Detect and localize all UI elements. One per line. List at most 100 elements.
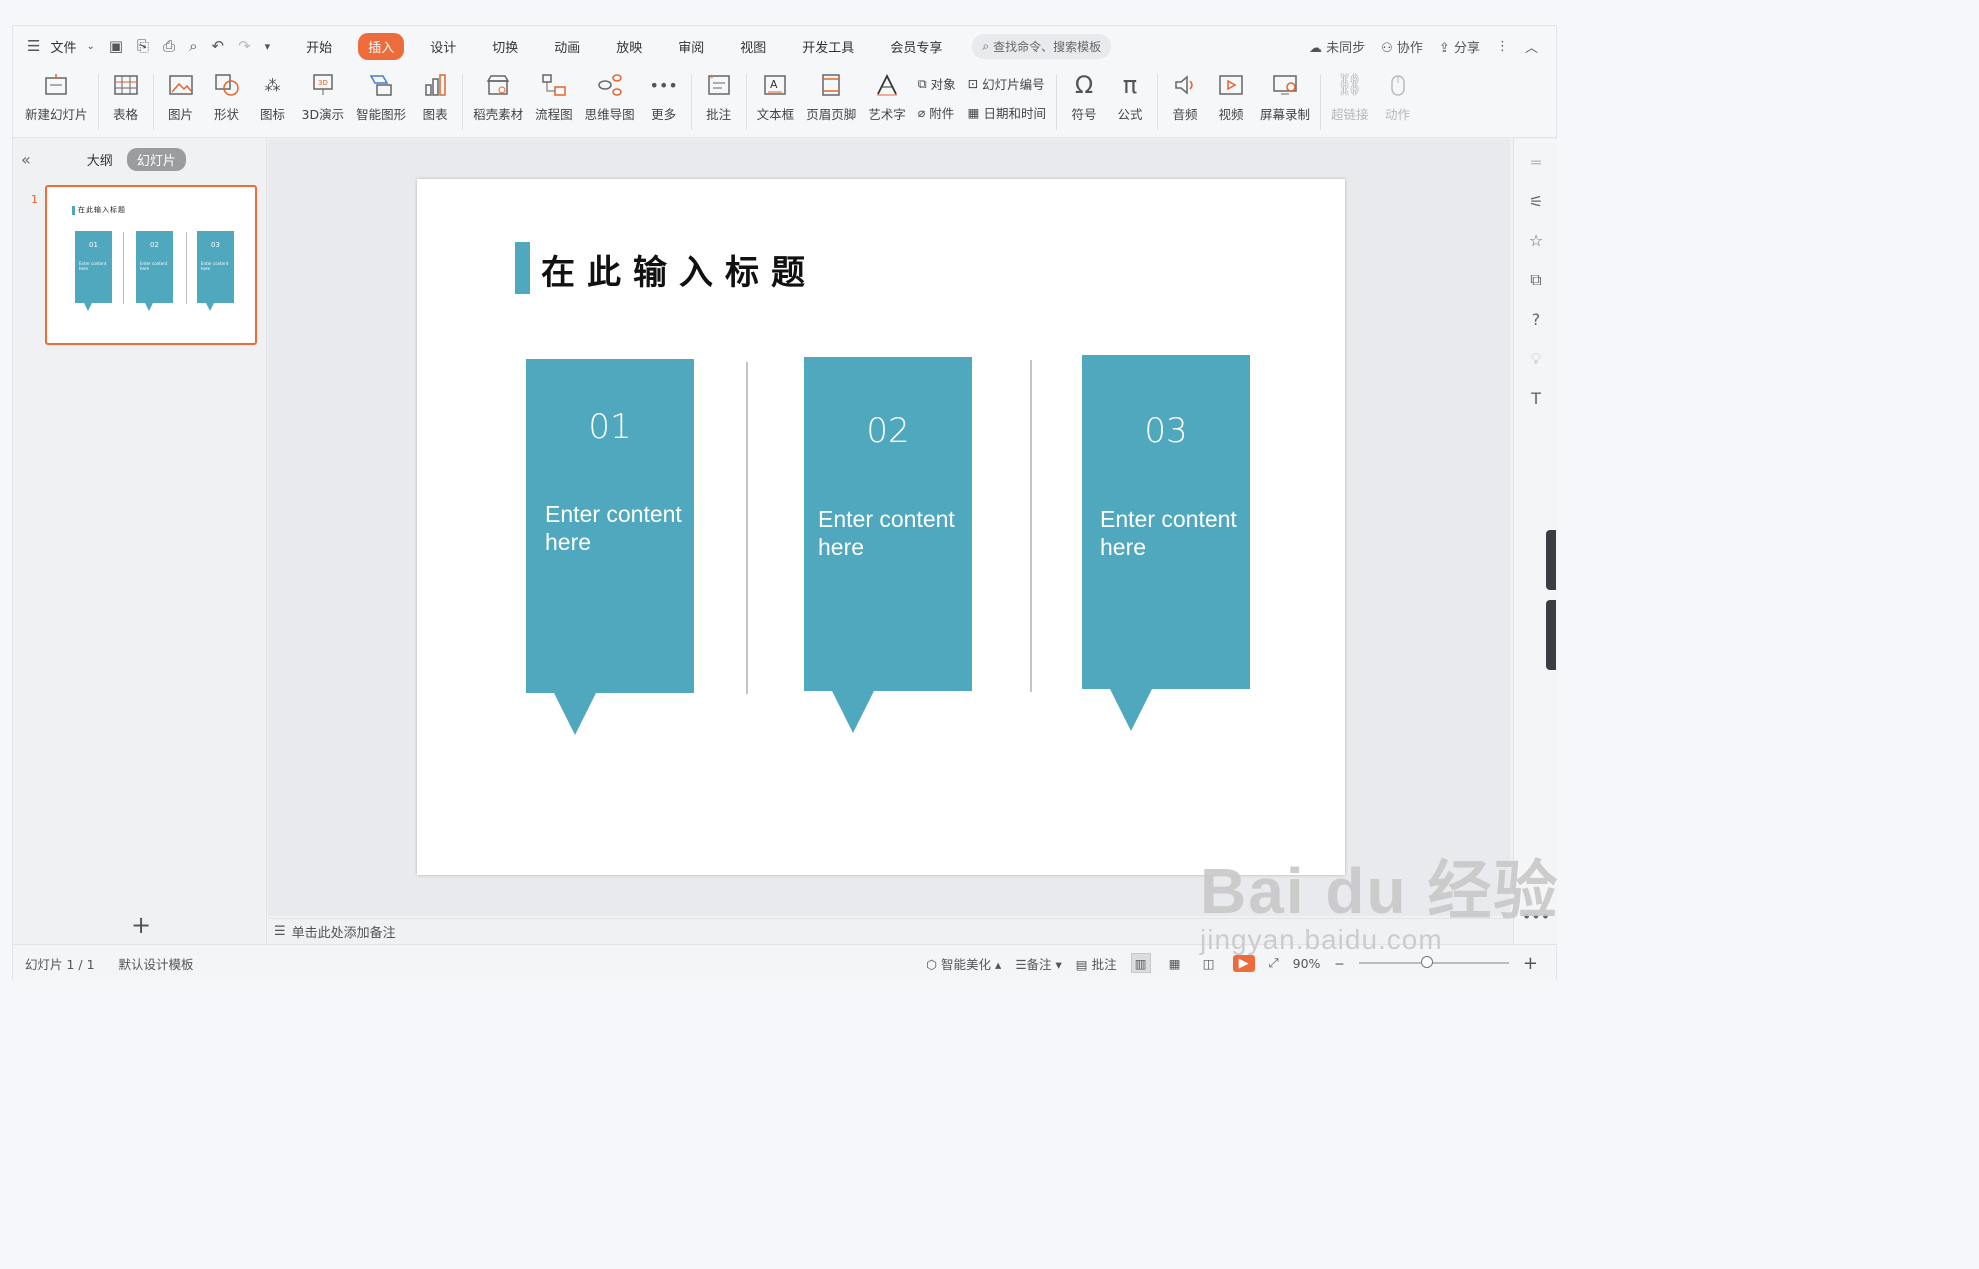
content-card[interactable]: 01 Enter content here	[526, 359, 694, 735]
smartart-button[interactable]: 智能图形	[350, 70, 412, 123]
notes-toggle[interactable]: ☰备注 ▾	[1015, 954, 1061, 973]
normal-view-button[interactable]: ▥	[1130, 953, 1151, 973]
hamburger-menu-icon[interactable]: ☰	[27, 37, 40, 55]
smart-beautify-button[interactable]: ⬡ 智能美化 ▴	[926, 954, 1001, 973]
collab-button[interactable]: ⚇ 协作	[1381, 37, 1423, 56]
chart-button[interactable]: 图表	[412, 70, 458, 123]
hyperlink-button[interactable]: ⛓ 超链接	[1325, 70, 1375, 123]
edge-tab[interactable]	[1546, 530, 1556, 590]
card-text: Enter content here	[818, 506, 955, 560]
tab-outline[interactable]: 大纲	[87, 150, 113, 169]
tab-developer[interactable]: 开发工具	[792, 33, 864, 60]
chart-icon	[420, 70, 450, 100]
symbol-button[interactable]: Ω 符号	[1061, 70, 1107, 123]
customize-toolbar-icon[interactable]: ▾	[265, 40, 271, 53]
zoom-slider-knob[interactable]	[1420, 956, 1433, 968]
comment-icon: ▤	[1075, 956, 1088, 972]
notes-placeholder: 单击此处添加备注	[291, 926, 396, 941]
zoom-slider[interactable]	[1358, 956, 1509, 968]
slide-switch-icon[interactable]: ⧉	[1530, 270, 1541, 290]
properties-icon[interactable]: ⚟	[1529, 192, 1543, 211]
slide-thumbnail-number: 1	[31, 193, 38, 206]
comment-button[interactable]: * 批注	[696, 70, 742, 123]
tab-view[interactable]: 视图	[730, 33, 776, 60]
share-button[interactable]: ⇪ 分享	[1439, 37, 1480, 56]
slide-sorter-button[interactable]: ▦	[1165, 953, 1185, 973]
tab-insert[interactable]: 插入	[358, 32, 405, 60]
redo-icon[interactable]: ↷	[238, 37, 251, 55]
attachment-button[interactable]: ⌀ 附件	[918, 103, 956, 122]
card-divider	[1030, 360, 1032, 692]
thumb-card: 03 Enter content here	[197, 231, 234, 311]
save-icon[interactable]: ▣	[109, 37, 123, 55]
collapse-ribbon-icon[interactable]: ︿	[1525, 37, 1538, 56]
video-button[interactable]: 视频	[1208, 70, 1254, 123]
collapse-panel-icon[interactable]: «	[21, 150, 31, 169]
print-preview-icon[interactable]: ⌕	[189, 37, 197, 55]
more-button[interactable]: ••• 更多	[641, 70, 687, 123]
content-card[interactable]: 02 Enter content here	[804, 357, 972, 733]
undo-icon[interactable]: ↶	[211, 37, 224, 55]
flowchart-button[interactable]: 流程图	[529, 70, 579, 123]
notes-icon: ☰	[1015, 956, 1027, 972]
chevron-down-icon[interactable]: ⌄	[86, 41, 94, 52]
ribbon-divider	[745, 74, 747, 130]
3d-button[interactable]: 3D 3D演示	[296, 70, 351, 123]
screen-record-button[interactable]: 屏幕录制	[1254, 70, 1316, 123]
table-button[interactable]: 表格	[103, 70, 149, 123]
tab-home[interactable]: 开始	[296, 33, 342, 60]
tab-design[interactable]: 设计	[420, 33, 466, 60]
slide[interactable]: 在此输入标题 01 Enter content here 02 Enter co…	[417, 179, 1345, 875]
slide-title[interactable]: 在此输入标题	[541, 245, 817, 294]
file-menu[interactable]: 文件	[50, 37, 76, 56]
tab-animations[interactable]: 动画	[544, 33, 590, 60]
tab-slides[interactable]: 幻灯片	[126, 147, 186, 171]
mindmap-button[interactable]: 思维导图	[579, 70, 641, 123]
image-button[interactable]: 图片	[158, 70, 204, 123]
reading-view-button[interactable]: ◫	[1199, 953, 1219, 973]
print-icon[interactable]: ⎙	[163, 37, 175, 55]
content-card[interactable]: 03 Enter content here	[1082, 355, 1250, 731]
sync-status[interactable]: ☁ 未同步	[1309, 37, 1365, 56]
more-options-icon[interactable]: ⋮	[1496, 39, 1509, 54]
tab-member[interactable]: 会员专享	[880, 33, 952, 60]
calendar-icon: ▦	[967, 105, 980, 120]
header-footer-button[interactable]: 页眉页脚	[800, 70, 862, 123]
datetime-button[interactable]: ▦ 日期和时间	[968, 103, 1046, 122]
audio-button[interactable]: 音频	[1162, 70, 1208, 123]
zoom-out-icon[interactable]: −	[1334, 956, 1344, 971]
slideshow-play-button[interactable]: ▶	[1232, 954, 1255, 972]
format-painter-icon[interactable]: ⎘	[137, 37, 149, 55]
image-icon	[166, 70, 196, 100]
lightbulb-icon[interactable]: 💡︎	[1530, 349, 1541, 369]
slide-number-button[interactable]: ⊡ 幻灯片编号	[968, 74, 1046, 93]
text-icon[interactable]: T	[1531, 389, 1541, 408]
object-button[interactable]: ⧉ 对象	[918, 74, 956, 93]
wordart-button[interactable]: 艺术字	[862, 70, 912, 123]
material-button[interactable]: 稻壳素材	[467, 70, 529, 123]
quick-access-toolbar: ▣ ⎘ ⎙ ⌕ ↶ ↷ ▾	[109, 37, 270, 55]
formula-button[interactable]: π 公式	[1107, 70, 1153, 123]
fit-window-icon[interactable]: ⤢	[1269, 955, 1279, 971]
shape-button[interactable]: 形状	[204, 70, 250, 123]
help-icon[interactable]: ?	[1532, 310, 1541, 329]
tab-review[interactable]: 审阅	[668, 33, 714, 60]
search-placeholder: 查找命令、搜索模板	[993, 39, 1102, 54]
action-button[interactable]: 动作	[1375, 70, 1421, 123]
zoom-level[interactable]: 90%	[1293, 956, 1321, 971]
tab-transitions[interactable]: 切换	[482, 33, 528, 60]
icon-button[interactable]: ⁂ 图标	[250, 70, 296, 123]
thumb-title-accent	[72, 206, 75, 215]
edge-tab[interactable]	[1546, 600, 1556, 670]
slide-thumbnail[interactable]: 在此输入标题 01 Enter content here 02 Enter cont…	[45, 185, 257, 345]
textbox-button[interactable]: A 文本框	[751, 70, 801, 123]
star-icon[interactable]: ☆	[1529, 231, 1543, 250]
new-slide-button[interactable]: 新建幻灯片	[19, 70, 94, 123]
tab-slideshow[interactable]: 放映	[606, 33, 652, 60]
ribbon-toolbar: 新建幻灯片 表格 图片 形状 ⁂ 图标 3D 3D演示 智能图形 图表 稻壳素材…	[13, 66, 1556, 138]
command-search[interactable]: ⌕ 查找命令、搜索模板	[972, 33, 1112, 59]
template-name[interactable]: 默认设计模板	[119, 954, 194, 973]
add-slide-icon[interactable]: +	[131, 911, 151, 939]
video-icon	[1216, 70, 1246, 100]
comment-toggle[interactable]: ▤ 批注	[1076, 954, 1117, 973]
